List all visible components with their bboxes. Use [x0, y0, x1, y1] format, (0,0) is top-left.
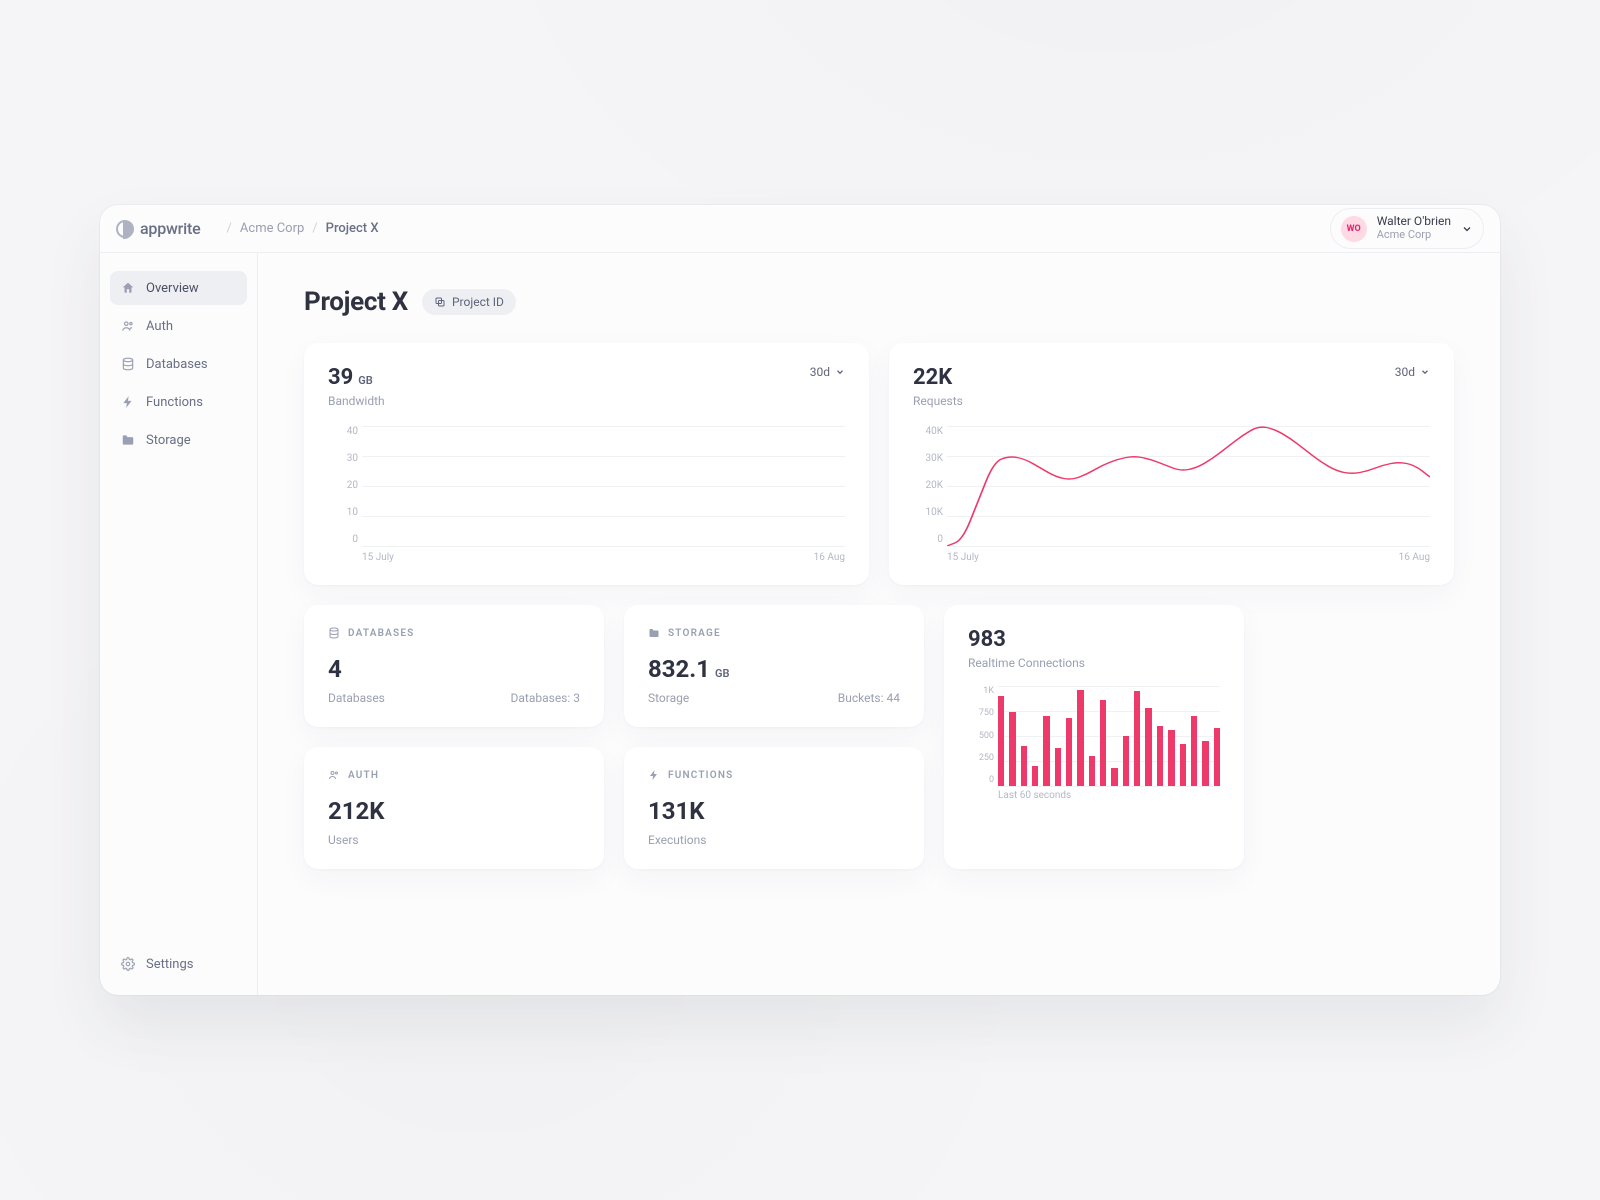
chevron-down-icon — [1461, 223, 1473, 235]
storage-label: Storage — [648, 691, 689, 705]
bandwidth-label: Bandwidth — [328, 394, 385, 408]
databases-label: Databases — [328, 691, 385, 705]
chevron-down-icon — [835, 367, 845, 377]
nav: Overview Auth Databases — [110, 271, 247, 457]
storage-card[interactable]: STORAGE 832.1 GB Storage Buckets: 44 — [624, 605, 924, 727]
card-title: STORAGE — [668, 628, 721, 639]
brand-logo[interactable]: appwrite — [116, 219, 201, 238]
sidebar-item-label: Overview — [146, 281, 199, 296]
card-title: FUNCTIONS — [668, 770, 733, 781]
requests-value: 22K — [913, 365, 963, 390]
auth-label: Users — [328, 833, 359, 847]
topbar: appwrite / Acme Corp / Project X WO Walt… — [100, 205, 1500, 253]
users-icon — [120, 318, 136, 334]
breadcrumb: / Acme Corp / Project X — [219, 221, 379, 236]
sidebar-item-label: Auth — [146, 319, 173, 334]
sidebar-item-overview[interactable]: Overview — [110, 271, 247, 305]
realtime-card: 983 Realtime Connections 1K7505002500 L — [944, 605, 1244, 869]
user-name: Walter O'brien — [1377, 215, 1451, 229]
chevron-down-icon — [1420, 367, 1430, 377]
sidebar-item-functions[interactable]: Functions — [110, 385, 247, 419]
auth-value: 212K — [328, 797, 385, 825]
requests-range-select[interactable]: 30d — [1395, 365, 1430, 379]
breadcrumb-sep: / — [312, 221, 317, 236]
project-id-label: Project ID — [452, 295, 504, 309]
gear-icon — [120, 956, 136, 972]
sidebar-item-label: Settings — [146, 957, 193, 972]
breadcrumb-org[interactable]: Acme Corp — [240, 221, 304, 236]
databases-card[interactable]: DATABASES 4 Databases Databases: 3 — [304, 605, 604, 727]
x-axis-end: 16 Aug — [814, 552, 845, 563]
breadcrumb-sep: / — [227, 221, 232, 236]
bandwidth-card: 39 GB Bandwidth 30d 403020100 — [304, 343, 869, 585]
users-icon — [328, 769, 340, 781]
storage-value: 832.1 — [648, 655, 710, 683]
bandwidth-range-select[interactable]: 30d — [810, 365, 845, 379]
main-content: Project X Project ID 39 GB — [258, 253, 1500, 995]
functions-card[interactable]: FUNCTIONS 131K Executions — [624, 747, 924, 869]
bolt-icon — [120, 394, 136, 410]
realtime-label: Realtime Connections — [968, 656, 1220, 670]
functions-label: Executions — [648, 833, 706, 847]
sidebar-item-databases[interactable]: Databases — [110, 347, 247, 381]
x-axis-start: 15 July — [362, 552, 394, 563]
realtime-value: 983 — [968, 627, 1006, 652]
project-id-chip[interactable]: Project ID — [422, 289, 516, 315]
card-title: DATABASES — [348, 628, 414, 639]
sidebar-item-auth[interactable]: Auth — [110, 309, 247, 343]
sidebar-item-label: Storage — [146, 433, 191, 448]
requests-label: Requests — [913, 394, 963, 408]
bolt-icon — [648, 769, 660, 781]
avatar: WO — [1341, 216, 1367, 242]
bandwidth-chart: 403020100 15 July 16 Aug — [328, 426, 845, 563]
home-icon — [120, 280, 136, 296]
page-header: Project X Project ID — [304, 287, 1454, 317]
sidebar-item-label: Functions — [146, 395, 203, 410]
x-axis-start: 15 July — [947, 552, 979, 563]
database-icon — [120, 356, 136, 372]
brand-name: appwrite — [140, 219, 201, 238]
breadcrumb-project[interactable]: Project X — [326, 221, 379, 236]
user-info: Walter O'brien Acme Corp — [1377, 215, 1451, 241]
databases-value: 4 — [328, 655, 342, 683]
sidebar: Overview Auth Databases — [100, 253, 258, 995]
requests-chart: 40K30K20K10K0 15 July 16 Aug — [913, 426, 1430, 563]
folder-icon — [648, 627, 660, 639]
databases-detail: Databases: 3 — [511, 691, 581, 705]
card-title: AUTH — [348, 770, 379, 781]
realtime-chart: 1K7505002500 Last 60 seconds — [968, 686, 1220, 801]
auth-card[interactable]: AUTH 212K Users — [304, 747, 604, 869]
realtime-caption: Last 60 seconds — [998, 790, 1220, 801]
sidebar-item-settings[interactable]: Settings — [110, 947, 247, 981]
user-org: Acme Corp — [1377, 229, 1451, 242]
brand-mark-icon — [116, 220, 134, 238]
functions-value: 131K — [648, 797, 705, 825]
bandwidth-value: 39 GB — [328, 365, 385, 390]
app-window: appwrite / Acme Corp / Project X WO Walt… — [100, 205, 1500, 995]
requests-card: 22K Requests 30d 40K30K20K10K0 — [889, 343, 1454, 585]
sidebar-item-storage[interactable]: Storage — [110, 423, 247, 457]
storage-detail: Buckets: 44 — [838, 691, 900, 705]
user-menu[interactable]: WO Walter O'brien Acme Corp — [1330, 208, 1484, 248]
database-icon — [328, 627, 340, 639]
copy-icon — [434, 296, 446, 308]
sidebar-item-label: Databases — [146, 357, 208, 372]
folder-icon — [120, 432, 136, 448]
page-title: Project X — [304, 287, 408, 317]
x-axis-end: 16 Aug — [1399, 552, 1430, 563]
